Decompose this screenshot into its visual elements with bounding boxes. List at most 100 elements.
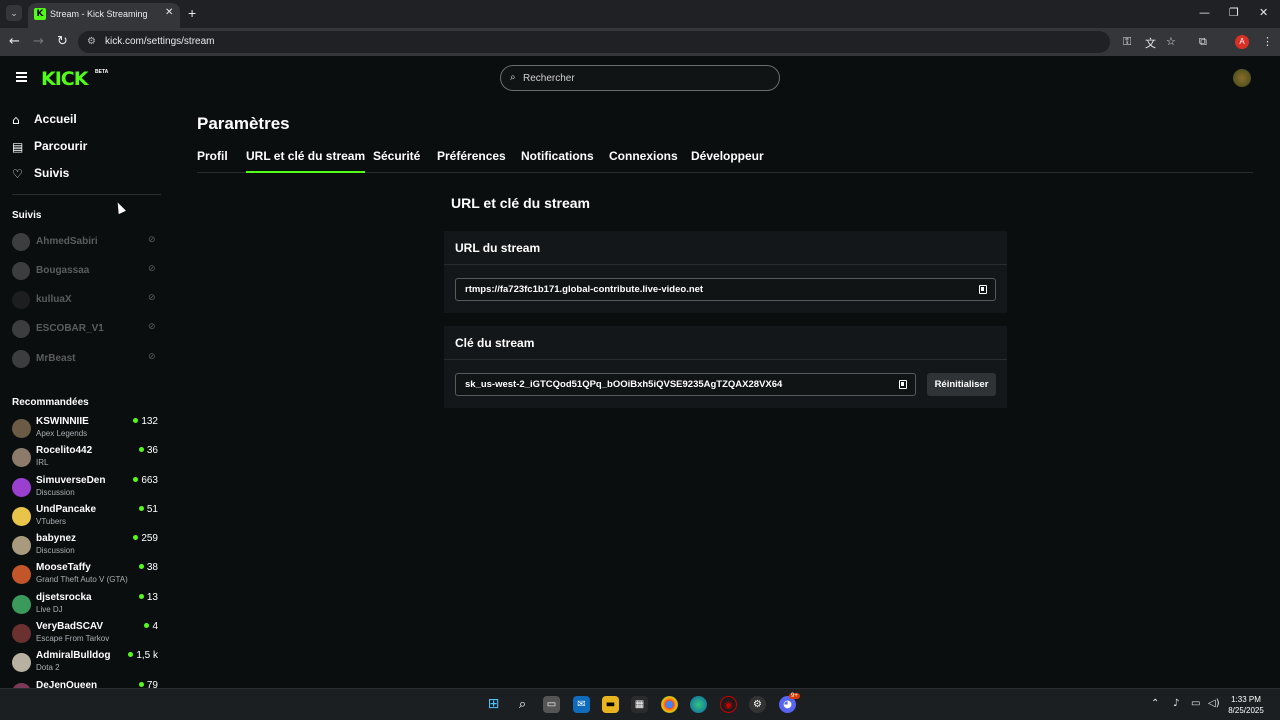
browser-tab[interactable]: K Stream - Kick Streaming ✕ <box>28 3 180 28</box>
tab-preferences[interactable]: Préférences <box>437 149 506 173</box>
sidebar: ⌂ Accueil ▤ Parcourir ♡ Suivis Suivis Ah… <box>0 100 172 688</box>
minimize-icon[interactable]: — <box>1199 6 1210 19</box>
following-item[interactable]: Bougassaa ⊘ <box>12 261 162 281</box>
outlook-icon[interactable]: ✉ <box>573 696 590 713</box>
viewer-count-value: 13 <box>146 592 158 603</box>
file-explorer-icon[interactable]: ▬ <box>602 696 619 713</box>
recommended-item[interactable]: UndPancake VTubers 51 <box>12 504 162 530</box>
live-dot-icon <box>138 447 144 452</box>
stream-url-field[interactable]: rtmps://fa723fc1b171.global-contribute.l… <box>455 278 996 301</box>
search-input[interactable] <box>523 70 763 86</box>
sidebar-item-accueil[interactable]: ⌂ Accueil <box>12 110 162 130</box>
reload-icon[interactable]: ↻ <box>57 34 68 49</box>
recommended-section-title: Recommandées <box>12 397 89 408</box>
url-text: kick.com/settings/stream <box>105 36 215 47</box>
kick-logo[interactable]: KICK <box>41 68 88 90</box>
recommended-item[interactable]: djsetsrocka Live DJ 13 <box>12 592 162 618</box>
avatar <box>12 448 31 467</box>
following-item[interactable]: kulluaX ⊘ <box>12 290 162 310</box>
restore-icon[interactable]: ❐ <box>1229 6 1239 19</box>
card-title: Clé du stream <box>455 336 535 350</box>
channel-category: Discussion <box>36 488 75 497</box>
browser-profile-avatar[interactable]: A <box>1235 35 1249 49</box>
viewer-count: 1,5 k <box>128 650 158 661</box>
tab-profil[interactable]: Profil <box>197 149 228 173</box>
live-dot-icon <box>138 594 144 599</box>
steam-icon[interactable]: ⚙ <box>749 696 766 713</box>
microphone-icon[interactable]: ♪ <box>1173 698 1179 709</box>
site-info-icon[interactable]: ⚙ <box>87 36 96 47</box>
password-key-icon[interactable]: ⚿ <box>1123 35 1131 49</box>
viewer-count-value: 79 <box>146 680 158 688</box>
hamburger-menu-icon[interactable] <box>16 72 27 82</box>
viewer-count: 4 <box>144 621 158 632</box>
sidebar-item-suivis[interactable]: ♡ Suivis <box>12 164 162 184</box>
recommended-item[interactable]: babynez Discussion 259 <box>12 533 162 559</box>
avatar <box>12 233 30 251</box>
edge-icon[interactable] <box>690 696 707 713</box>
tab-securite[interactable]: Sécurité <box>373 149 420 173</box>
channel-name: babynez <box>36 533 77 544</box>
browser-menu-icon[interactable]: ⋮ <box>1262 35 1273 48</box>
recommended-item[interactable]: KSWINNIIE Apex Legends 132 <box>12 416 162 442</box>
user-avatar[interactable] <box>1233 69 1251 87</box>
url-bar[interactable]: ⚙ kick.com/settings/stream <box>78 31 1110 53</box>
channel-category: Discussion <box>36 546 75 555</box>
reset-key-button[interactable]: Réinitialiser <box>927 373 996 396</box>
tab-connexions[interactable]: Connexions <box>609 149 678 173</box>
channel-name: ESCOBAR_V1 <box>36 323 104 334</box>
search-icon: ⌕ <box>510 72 516 83</box>
recommended-item[interactable]: AdmiralBulldog Dota 2 1,5 k <box>12 650 162 676</box>
bookmark-star-icon[interactable]: ☆ <box>1166 35 1176 48</box>
tab-close-icon[interactable]: ✕ <box>165 7 173 18</box>
copy-icon[interactable] <box>899 380 907 389</box>
avatar <box>12 350 30 368</box>
chrome-icon[interactable] <box>661 696 678 713</box>
home-icon: ⌂ <box>12 113 20 127</box>
offline-icon: ⊘ <box>148 235 156 245</box>
store-icon[interactable]: ▦ <box>631 696 648 713</box>
tab-developpeur[interactable]: Développeur <box>691 149 764 173</box>
recommended-item[interactable]: SimuverseDen Discussion 663 <box>12 475 162 501</box>
channel-category: Live DJ <box>36 605 63 614</box>
tab-notifications[interactable]: Notifications <box>521 149 594 173</box>
section-heading: URL et clé du stream <box>451 195 591 211</box>
copy-icon[interactable] <box>979 285 987 294</box>
stream-key-card: Clé du stream sk_us-west-2_iGTCQod51QPq_… <box>444 326 1007 408</box>
translate-icon[interactable]: 文 <box>1145 35 1156 51</box>
search-icon[interactable]: ⌕ <box>514 696 531 713</box>
viewer-count: 79 <box>138 680 158 688</box>
recommended-item[interactable]: DeJenQueen 79 <box>12 680 162 688</box>
windows-start-icon[interactable]: ⊞ <box>485 696 502 713</box>
viewer-count: 51 <box>138 504 158 515</box>
volume-icon[interactable]: ◁) <box>1208 698 1220 709</box>
live-dot-icon <box>128 652 134 657</box>
extensions-icon[interactable]: ⧉ <box>1199 35 1207 49</box>
clock[interactable]: 1:33 PM 8/25/2025 <box>1221 694 1271 716</box>
channel-category: Escape From Tarkov <box>36 634 110 643</box>
recommended-item[interactable]: VeryBadSCAV Escape From Tarkov 4 <box>12 621 162 647</box>
search-bar[interactable]: ⌕ <box>500 65 780 91</box>
monitor-icon[interactable]: ▭ <box>1191 698 1200 709</box>
app-icon[interactable]: ◉ <box>720 696 737 713</box>
address-bar: ← → ↻ ⚙ kick.com/settings/stream ⚿ 文 ☆ ⧉… <box>0 28 1280 56</box>
recommended-item[interactable]: Rocelito442 IRL 36 <box>12 445 162 471</box>
channel-category: Dota 2 <box>36 663 60 672</box>
tab-stream-url-key[interactable]: URL et clé du stream <box>246 149 366 173</box>
stream-url-card: URL du stream rtmps://fa723fc1b171.globa… <box>444 231 1007 313</box>
new-tab-button[interactable]: + <box>188 5 196 21</box>
avatar <box>12 262 30 280</box>
back-icon[interactable]: ← <box>9 34 20 49</box>
tray-chevron-icon[interactable]: ⌃ <box>1151 698 1159 709</box>
card-header: Clé du stream <box>444 326 1007 360</box>
stream-key-field[interactable]: sk_us-west-2_iGTCQod51QPq_bOOiBxh5iQVSE9… <box>455 373 916 396</box>
following-item[interactable]: MrBeast ⊘ <box>12 349 162 369</box>
tab-search-button[interactable]: ⌄ <box>6 5 22 21</box>
following-item[interactable]: AhmedSabiri ⊘ <box>12 232 162 252</box>
sidebar-item-parcourir[interactable]: ▤ Parcourir <box>12 137 162 157</box>
recommended-item[interactable]: MooseTaffy Grand Theft Auto V (GTA) 38 <box>12 562 162 588</box>
task-view-icon[interactable]: ▭ <box>543 696 560 713</box>
following-item[interactable]: ESCOBAR_V1 ⊘ <box>12 319 162 339</box>
forward-icon[interactable]: → <box>33 34 44 49</box>
window-close-icon[interactable]: ✕ <box>1259 6 1268 19</box>
